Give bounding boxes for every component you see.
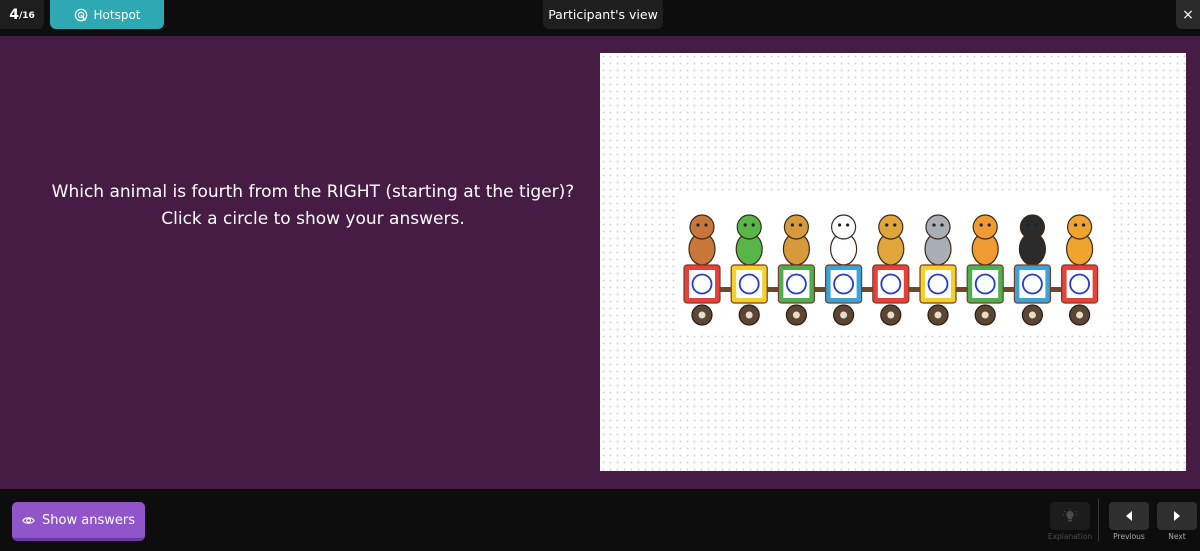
train-car-tiger xyxy=(1061,214,1099,326)
car-coupler xyxy=(720,287,732,292)
train-car-bear xyxy=(683,214,732,326)
close-button[interactable]: × xyxy=(1176,0,1200,29)
elephant-eye xyxy=(940,223,944,227)
next-label: Next xyxy=(1168,532,1186,541)
question-line-1: Which animal is fourth from the RIGHT (s… xyxy=(51,182,575,202)
car-coupler xyxy=(1003,287,1015,292)
eye-icon xyxy=(22,516,35,524)
car-coupler xyxy=(1050,287,1062,292)
car-coupler xyxy=(956,287,968,292)
lion-eye xyxy=(790,223,794,227)
wheel-hub xyxy=(792,311,800,319)
train-car-elephant xyxy=(919,214,968,326)
top-bar: 4 /16 Hotspot Participant's view × xyxy=(0,0,1200,36)
panda-eye xyxy=(838,223,842,227)
train-car-deer xyxy=(872,214,920,326)
lion-eye xyxy=(798,223,802,227)
car-coupler xyxy=(908,287,920,292)
wheel-hub xyxy=(698,311,706,319)
penguin-eye xyxy=(1034,223,1038,227)
counter-total: /16 xyxy=(18,11,35,21)
lion-head xyxy=(783,214,810,240)
car-coupler xyxy=(767,287,779,292)
hotspot-icon xyxy=(74,8,87,21)
crocodile-eye xyxy=(751,223,755,227)
tiger-eye xyxy=(1074,223,1078,227)
train-illustration xyxy=(683,214,1099,326)
show-answers-button[interactable]: Show answers xyxy=(12,502,145,541)
previous-button[interactable] xyxy=(1109,502,1149,530)
train-car-lion xyxy=(777,214,826,326)
bottom-bar: Show answers Explanation Previous Next xyxy=(0,489,1200,551)
panda-eye xyxy=(846,223,850,227)
car-coupler xyxy=(861,287,873,292)
question-text: Which animal is fourth from the RIGHT (s… xyxy=(50,179,576,233)
show-answers-label: Show answers xyxy=(42,512,135,528)
lightbulb-icon xyxy=(1062,508,1078,522)
bear-head xyxy=(689,214,715,240)
bear-eye xyxy=(696,223,700,227)
wheel-hub xyxy=(1028,311,1036,319)
bear-eye xyxy=(704,223,708,227)
next-arrow-icon xyxy=(1174,511,1180,521)
participant-view-label: Participant's view xyxy=(543,0,663,29)
next-button[interactable] xyxy=(1157,502,1197,530)
train-car-crocodile xyxy=(730,214,779,326)
animal-train-image xyxy=(678,193,1109,332)
panda-head xyxy=(831,214,857,240)
deer-eye xyxy=(893,223,897,227)
fox-eye xyxy=(979,223,983,227)
elephant-eye xyxy=(932,223,936,227)
fox-head xyxy=(972,214,998,240)
wheel-hub xyxy=(887,311,895,319)
fox-eye xyxy=(987,223,991,227)
wheel-hub xyxy=(840,311,848,319)
question-counter: 4 /16 xyxy=(0,0,44,29)
crocodile-head xyxy=(736,214,762,240)
wheel-hub xyxy=(745,311,753,319)
question-type-badge: Hotspot xyxy=(50,0,164,29)
car-coupler xyxy=(814,287,826,292)
deer-eye xyxy=(885,223,889,227)
deer-head xyxy=(878,214,904,240)
counter-current: 4 xyxy=(9,6,19,23)
elephant-head xyxy=(925,214,951,240)
explanation-button[interactable] xyxy=(1050,502,1090,530)
question-line-2: Click a circle to show your answers. xyxy=(161,209,465,229)
penguin-head xyxy=(1019,214,1045,240)
wheel-hub xyxy=(981,311,989,319)
crocodile-eye xyxy=(743,223,747,227)
wheel-hub xyxy=(1076,311,1084,319)
train-car-panda xyxy=(825,214,873,326)
train-car-penguin xyxy=(1013,214,1062,326)
previous-arrow-icon xyxy=(1126,511,1132,521)
tiger-head xyxy=(1067,214,1093,240)
wheel-hub xyxy=(934,311,942,319)
tiger-eye xyxy=(1082,223,1086,227)
question-type-label: Hotspot xyxy=(93,7,141,22)
train-car-fox xyxy=(966,214,1015,326)
explanation-label: Explanation xyxy=(1047,532,1093,541)
penguin-eye xyxy=(1026,223,1030,227)
